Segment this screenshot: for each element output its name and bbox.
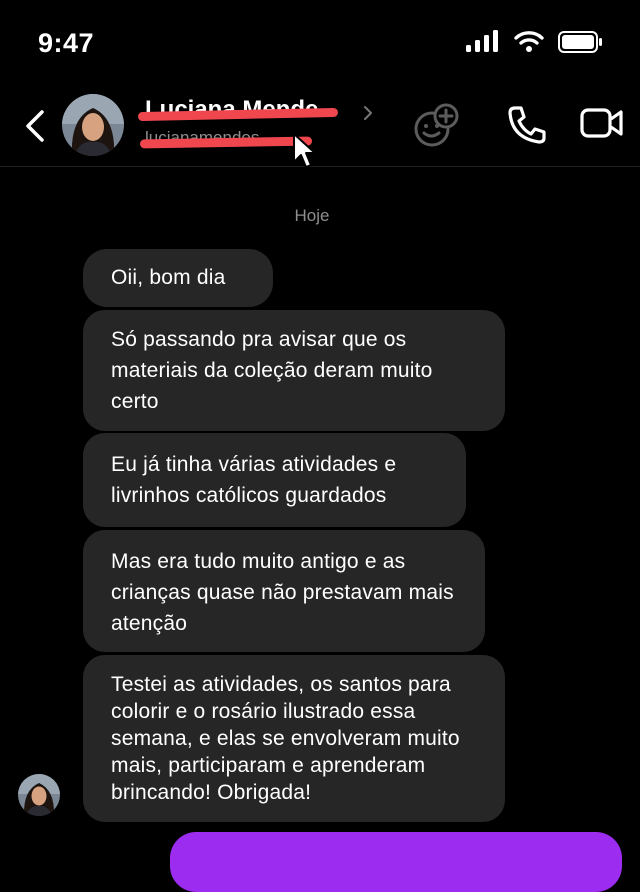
back-chevron-icon[interactable] [20, 106, 50, 146]
battery-icon [558, 31, 604, 58]
outgoing-message-bubble[interactable] [170, 832, 622, 892]
message-bubble[interactable]: Eu já tinha várias atividades e livrinho… [83, 433, 466, 527]
message-bubble[interactable]: Mas era tudo muito antigo e as crianças … [83, 530, 485, 652]
message-bubble[interactable]: Oii, bom dia [83, 249, 273, 307]
sticker-add-icon[interactable] [412, 100, 464, 155]
redaction-mark [139, 136, 313, 149]
status-time: 9:47 [38, 28, 95, 58]
message-bubble[interactable]: Só passando pra avisar que os materiais … [83, 310, 505, 431]
chevron-right-icon[interactable] [362, 104, 374, 127]
video-camera-icon[interactable] [580, 104, 624, 147]
signal-icon [466, 30, 500, 57]
phone-icon[interactable] [506, 104, 548, 151]
cursor-icon [292, 132, 318, 175]
status-bar: 9:47 [0, 0, 640, 80]
sender-avatar[interactable] [18, 774, 60, 816]
day-separator: Hoje [294, 206, 330, 225]
wifi-icon [514, 30, 544, 57]
contact-avatar[interactable] [62, 94, 124, 156]
chat-header: Luciana Mende. lucianamendes [0, 80, 640, 168]
message-bubble[interactable]: Testei as atividades, os santos para col… [83, 655, 505, 822]
